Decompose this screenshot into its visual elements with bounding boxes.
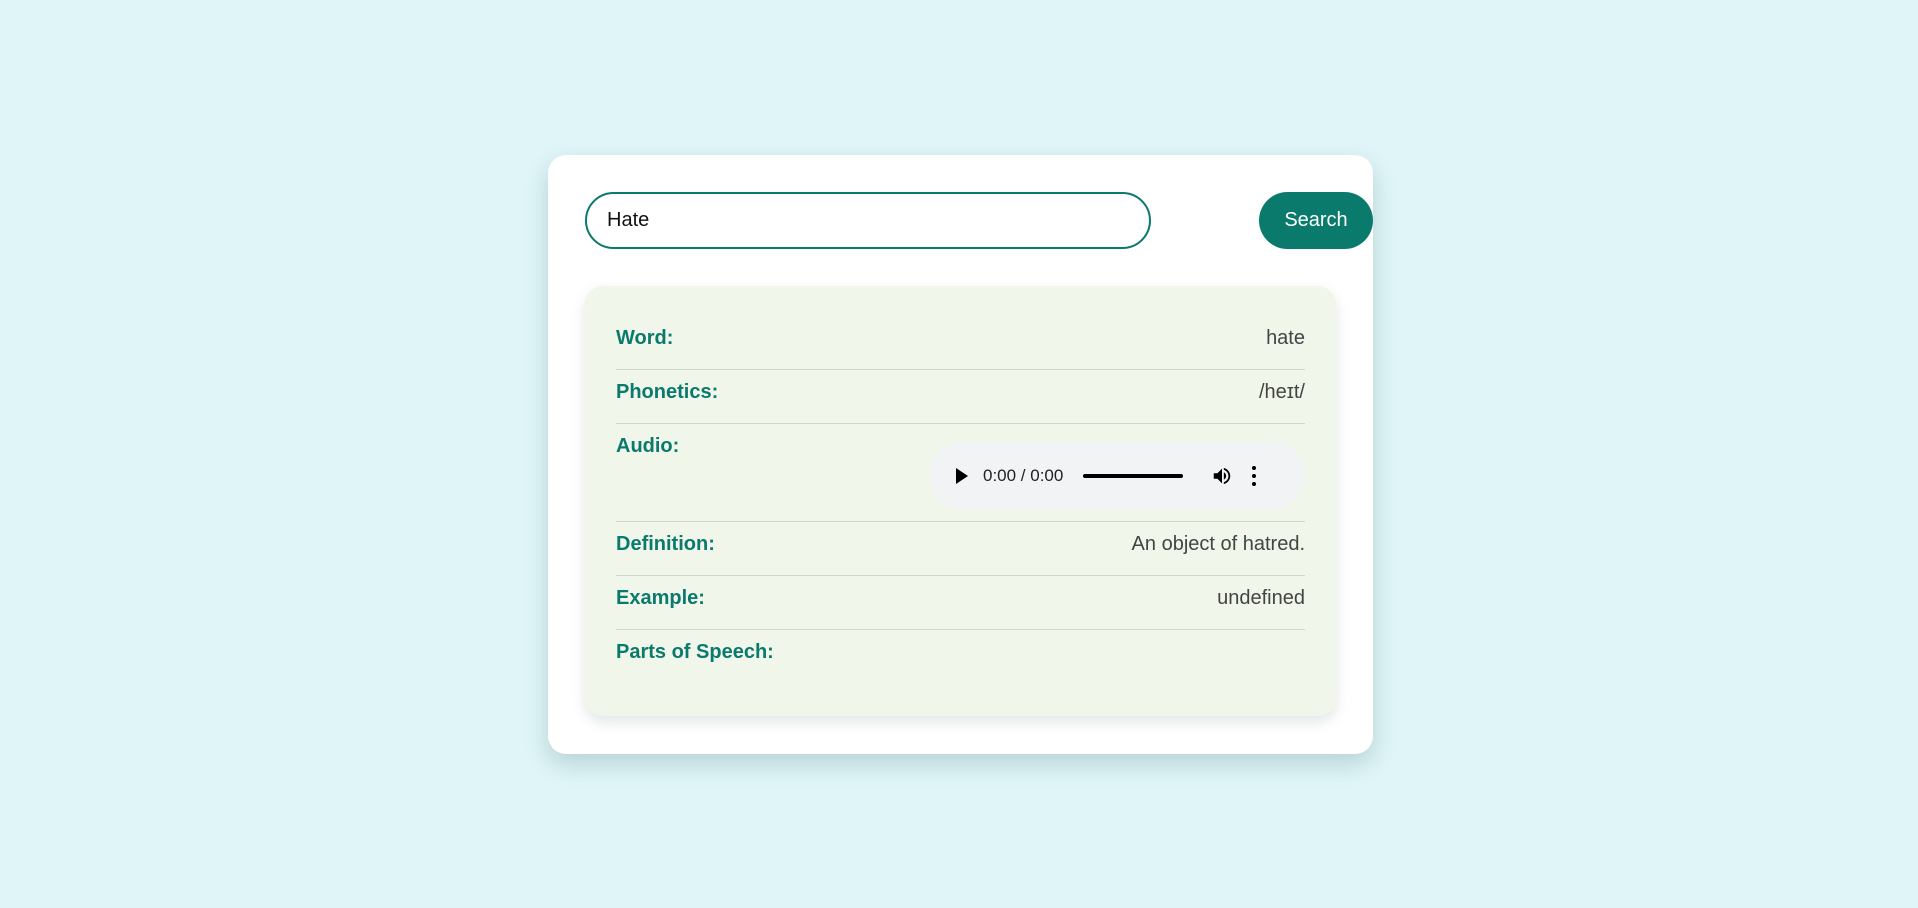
audio-row: Audio: 0:00 / 0:00 [616, 424, 1305, 522]
audio-time: 0:00 / 0:00 [983, 466, 1064, 485]
audio-label: Audio: [616, 435, 680, 457]
definition-row: Definition: An object of hatred. [616, 522, 1305, 576]
search-button[interactable]: Search [1259, 192, 1373, 249]
search-input[interactable] [585, 192, 1151, 249]
volume-icon[interactable] [1211, 465, 1233, 487]
phonetics-row: Phonetics: /heɪt/ [616, 370, 1305, 424]
audio-progress-slider[interactable] [1083, 474, 1184, 478]
parts-of-speech-label: Parts of Speech: [616, 641, 774, 663]
play-icon[interactable] [956, 468, 968, 484]
phonetics-value: /heɪt/ [1258, 381, 1305, 403]
audio-player[interactable]: 0:00 / 0:00 [930, 442, 1305, 510]
search-row: Search [585, 192, 1373, 249]
result-panel: Word: hate Phonetics: /heɪt/ Audio: 0:00… [585, 286, 1336, 716]
word-value: hate [1266, 327, 1305, 349]
phonetics-label: Phonetics: [616, 381, 719, 403]
dictionary-card: Search Word: hate Phonetics: /heɪt/ Audi… [548, 155, 1373, 754]
definition-label: Definition: [616, 533, 715, 555]
word-label: Word: [616, 327, 674, 349]
word-row: Word: hate [616, 316, 1305, 370]
example-label: Example: [616, 587, 705, 609]
example-value: undefined [1217, 587, 1305, 609]
definition-value: An object of hatred. [1131, 533, 1305, 555]
example-row: Example: undefined [616, 576, 1305, 630]
more-vertical-icon[interactable] [1251, 466, 1257, 486]
parts-of-speech-row: Parts of Speech: [616, 630, 1305, 684]
